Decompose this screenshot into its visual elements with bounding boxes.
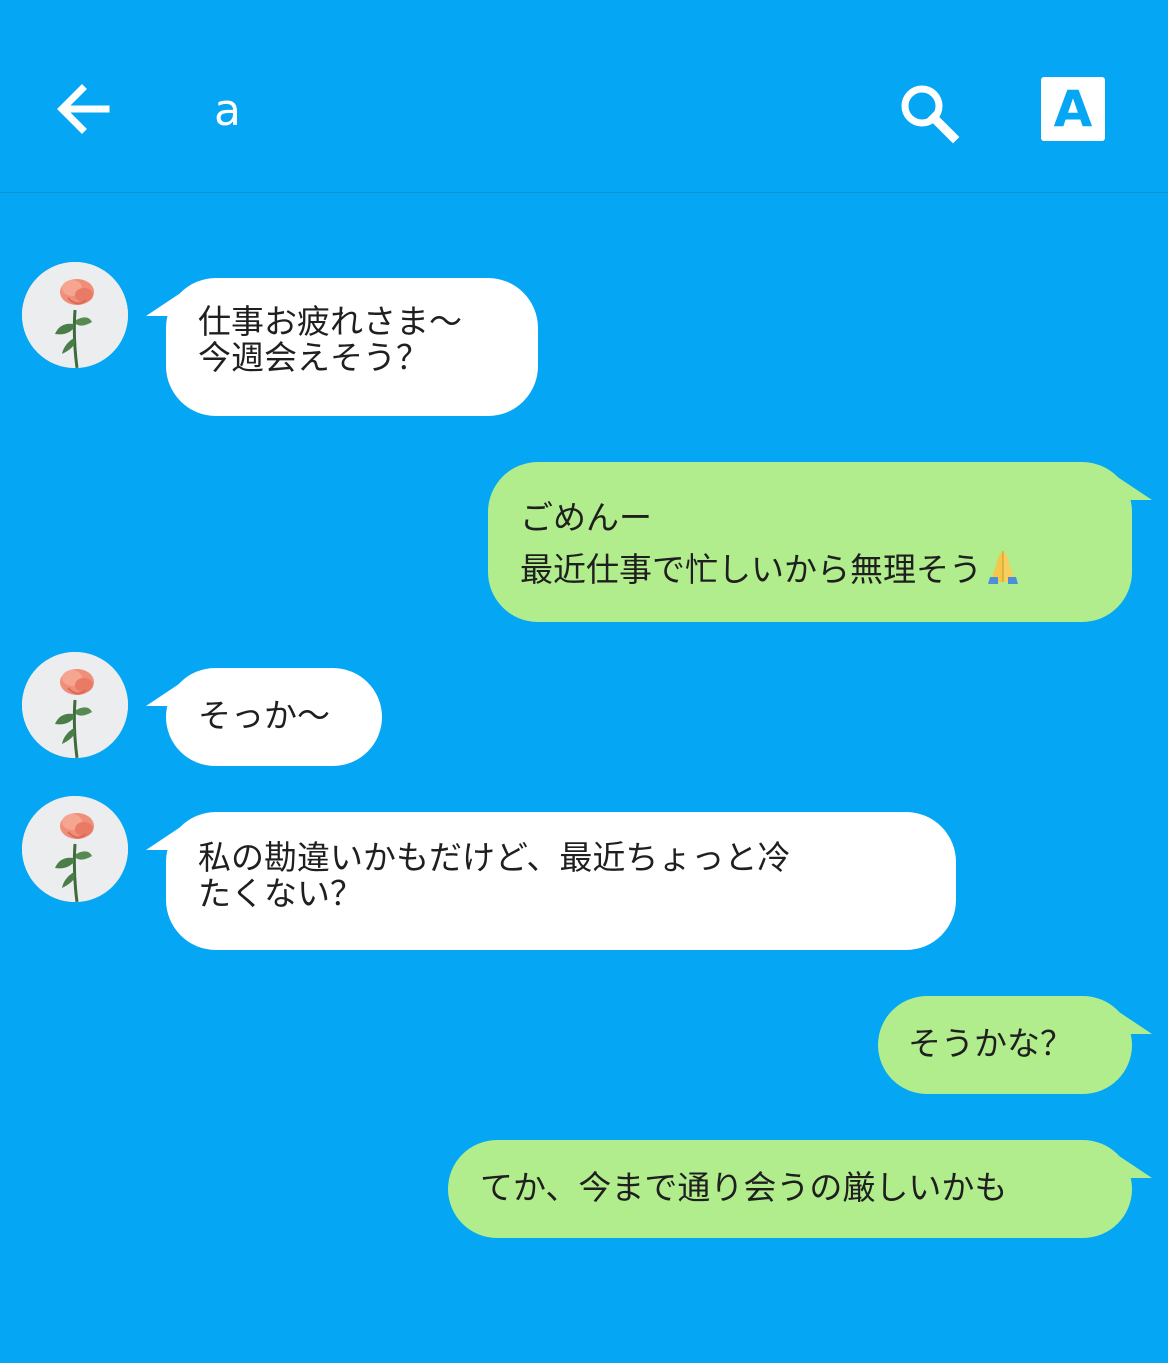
message-text: 仕事お疲れさま〜 (198, 302, 462, 341)
message-bubble-incoming[interactable]: そっか〜 (166, 668, 382, 766)
message-bubble-outgoing[interactable]: ごめんー 最近仕事で忙しいから無理そう (488, 462, 1132, 622)
message-bubble-outgoing[interactable]: てか、今まで通り会うの厳しいかも (448, 1140, 1132, 1238)
folded-hands-icon (984, 547, 1022, 600)
message-text: 今週会えそう？ (198, 338, 429, 377)
message-text: そっか〜 (198, 696, 330, 735)
search-icon (901, 85, 960, 144)
rose-avatar-image (22, 262, 128, 368)
message-bubble-incoming[interactable]: 仕事お疲れさま〜 今週会えそう？ (166, 278, 538, 416)
message-text: たくない？ (198, 874, 363, 913)
arrow-left-icon (57, 84, 110, 134)
rose-avatar-image (22, 796, 128, 902)
message-text: てか、今まで通り会うの厳しいかも (480, 1168, 1008, 1207)
message-text: 私の勘違いかもだけど、最近ちょっと冷 (198, 838, 791, 877)
message-text: そうかな？ (908, 1024, 1073, 1063)
message-text: ごめんー (520, 498, 652, 537)
message-bubble-outgoing[interactable]: そうかな？ (878, 996, 1132, 1094)
contact-avatar[interactable] (22, 262, 128, 368)
chat-header: a A (0, 0, 1168, 193)
back-button[interactable] (50, 78, 116, 140)
message-text: 最近仕事で忙しいから無理そう (520, 550, 982, 589)
contact-avatar[interactable] (22, 796, 128, 902)
font-size-button[interactable]: A (1041, 77, 1105, 141)
message-bubble-incoming[interactable]: 私の勘違いかもだけど、最近ちょっと冷 たくない？ (166, 812, 956, 950)
chat-title: a (214, 85, 242, 136)
search-button[interactable] (895, 80, 961, 146)
rose-avatar-image (22, 652, 128, 758)
contact-avatar[interactable] (22, 652, 128, 758)
